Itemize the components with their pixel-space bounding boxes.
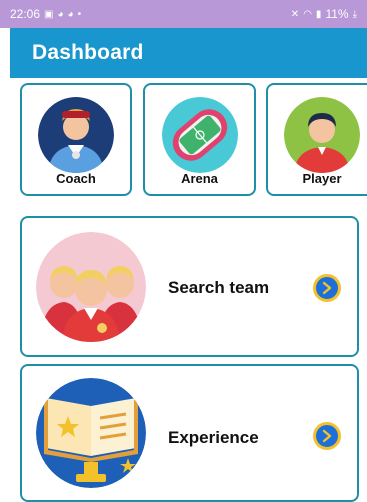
status-time: 22:06 bbox=[10, 7, 41, 21]
chevron-right-icon[interactable] bbox=[313, 274, 341, 302]
category-card-player[interactable]: Player bbox=[266, 83, 367, 196]
chevron-right-icon[interactable] bbox=[313, 422, 341, 450]
coach-avatar-icon bbox=[38, 97, 114, 173]
player-avatar-icon bbox=[284, 97, 360, 173]
dot-icon: • bbox=[77, 8, 82, 20]
experience-label: Experience bbox=[168, 428, 259, 447]
download-icon: ⤓ bbox=[352, 8, 357, 20]
book-trophy-icon bbox=[36, 378, 146, 488]
experience-card[interactable]: Experience bbox=[20, 364, 359, 502]
category-card-coach[interactable]: Coach bbox=[20, 83, 132, 196]
status-left: 22:06 ▣ ◕ ◕ • bbox=[10, 7, 81, 21]
mute-icon: ✕ bbox=[290, 8, 300, 20]
category-label: Arena bbox=[181, 171, 218, 186]
status-bar: 22:06 ▣ ◕ ◕ • ✕ ◠ ▮ 11% ⤓ bbox=[0, 0, 367, 28]
page-title: Dashboard bbox=[32, 41, 144, 64]
messenger-icon: ◕ bbox=[67, 8, 74, 20]
search-team-card[interactable]: Search team bbox=[20, 216, 359, 357]
messenger-icon: ◕ bbox=[57, 8, 64, 20]
category-label: Player bbox=[302, 171, 342, 186]
signal-icon: ▮ bbox=[315, 8, 322, 20]
gallery-icon: ▣ bbox=[44, 8, 54, 20]
search-team-label: Search team bbox=[168, 278, 270, 297]
battery-level: 11% bbox=[325, 7, 349, 21]
status-right: ✕ ◠ ▮ 11% ⤓ bbox=[291, 7, 357, 21]
stadium-icon bbox=[161, 97, 238, 173]
app-header: Dashboard bbox=[10, 28, 367, 78]
category-label: Coach bbox=[56, 171, 96, 186]
team-players-icon bbox=[36, 232, 146, 342]
wifi-icon: ◠ bbox=[303, 8, 312, 20]
category-card-arena[interactable]: Arena bbox=[143, 83, 256, 196]
